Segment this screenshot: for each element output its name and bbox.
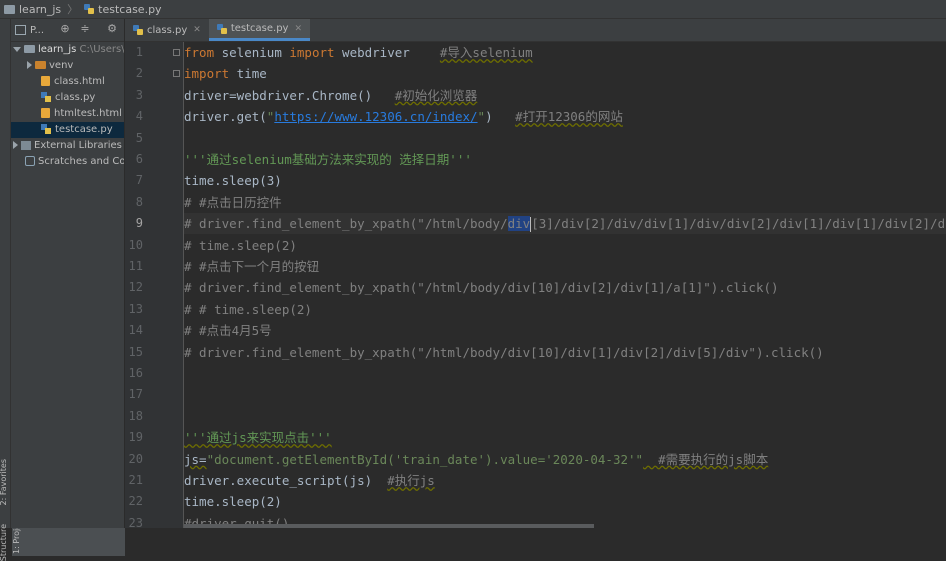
html-file-icon xyxy=(41,108,50,118)
url-link[interactable]: https://www.12306.cn/index/ xyxy=(274,109,477,124)
tree-item-learn-js[interactable]: learn_js C:\Users\ xyxy=(11,42,124,58)
code-line: # #点击下一个月的按钮 xyxy=(184,259,320,274)
code-line: import time xyxy=(184,66,267,82)
line-number: 20 xyxy=(128,451,143,466)
line-number: 10 xyxy=(128,237,143,252)
structure-tool-button[interactable]: Structure xyxy=(0,524,8,561)
code-line: driver=webdriver.Chrome() #初始化浏览器 xyxy=(184,87,478,103)
breadcrumb-file[interactable]: testcase.py xyxy=(84,3,162,16)
library-icon xyxy=(21,140,31,150)
project-tree: learn_js C:\Users\ venv class.html class… xyxy=(11,42,124,170)
line-number: 5 xyxy=(135,130,143,145)
python-file-icon xyxy=(84,4,95,14)
code-line: # time.sleep(2) xyxy=(184,237,297,253)
project-view-dropdown[interactable]: P... xyxy=(30,25,44,36)
line-number: 14 xyxy=(128,323,143,338)
tree-item-htmltest-html[interactable]: htmltest.html xyxy=(11,106,124,122)
code-line: # #点击4月5号 xyxy=(184,323,272,339)
line-number: 6 xyxy=(135,152,143,166)
line-number: 18 xyxy=(128,408,143,423)
code-line-current: # driver.find_element_by_xpath("/html/bo… xyxy=(184,213,946,235)
tree-item-testcase-py[interactable]: testcase.py xyxy=(11,122,124,138)
tree-item-external-libraries[interactable]: External Libraries xyxy=(11,138,124,154)
folder-icon xyxy=(4,4,15,14)
project-panel: P... ⊕ ≑ ⚙ learn_js C:\Users\ venv class… xyxy=(11,19,125,528)
python-file-icon xyxy=(216,23,227,34)
python-file-icon xyxy=(41,92,51,102)
code-line: '''通过js来实现点击''' xyxy=(184,430,332,446)
python-file-icon xyxy=(133,25,143,35)
code-line: time.sleep(2) xyxy=(184,494,282,510)
folder-icon xyxy=(24,45,35,53)
text-selection: div xyxy=(507,216,531,232)
line-number-gutter[interactable]: 1 2 3 4 5 6 7 8 9 10 11 12 13 14 15 16 1… xyxy=(125,42,184,530)
breadcrumb-separator: 〉 xyxy=(67,3,79,16)
collapse-arrow-icon[interactable] xyxy=(13,141,18,149)
horizontal-scrollbar[interactable] xyxy=(184,524,594,528)
line-number: 23 xyxy=(128,515,143,530)
line-number: 16 xyxy=(128,366,143,380)
code-line: driver.get("https://www.12306.cn/index/"… xyxy=(184,109,623,125)
code-line: # driver.find_element_by_xpath("/html/bo… xyxy=(184,280,779,296)
tree-item-venv[interactable]: venv xyxy=(11,58,124,74)
line-number: 1 xyxy=(135,45,143,59)
editor-tabs: class.py ✕ testcase.py ✕ xyxy=(125,19,946,42)
code-line: from selenium import webdriver #导入seleni… xyxy=(184,45,533,60)
expand-arrow-icon[interactable] xyxy=(13,46,21,52)
line-number: 7 xyxy=(135,173,143,188)
line-number: 15 xyxy=(128,344,143,359)
folder-icon xyxy=(35,61,46,69)
code-line: # # time.sleep(2) xyxy=(184,301,312,317)
tool-window-strip: 1: Project 2: Favorites Structure xyxy=(0,19,125,561)
tab-class-py[interactable]: class.py ✕ xyxy=(125,19,209,41)
python-file-icon xyxy=(41,124,51,134)
close-icon[interactable]: ✕ xyxy=(193,25,201,35)
tab-testcase-py[interactable]: testcase.py ✕ xyxy=(208,19,311,41)
scratches-icon xyxy=(25,156,35,166)
line-number: 13 xyxy=(128,301,143,316)
line-number: 4 xyxy=(135,109,143,124)
html-file-icon xyxy=(41,76,50,86)
code-line: driver.execute_script(js) #执行js xyxy=(184,473,435,488)
line-number: 17 xyxy=(128,387,143,402)
project-toolbar: P... ⊕ ≑ ⚙ xyxy=(11,19,124,42)
line-number: 2 xyxy=(135,66,143,81)
line-number: 3 xyxy=(135,87,143,102)
code-line: # driver.find_element_by_xpath("/html/bo… xyxy=(184,344,824,360)
line-number: 21 xyxy=(128,473,143,487)
fold-marker-icon[interactable] xyxy=(173,49,180,56)
breadcrumb-project[interactable]: learn_js xyxy=(0,3,61,16)
tree-item-class-py[interactable]: class.py xyxy=(11,90,124,106)
breadcrumb: learn_js 〉 testcase.py xyxy=(0,0,946,19)
code-line: js="document.getElementById('train_date'… xyxy=(184,451,769,467)
gear-icon[interactable]: ⚙ xyxy=(106,23,118,35)
fold-marker-icon[interactable] xyxy=(173,70,180,77)
locate-icon[interactable]: ⊕ xyxy=(59,23,71,35)
collapse-arrow-icon[interactable] xyxy=(27,61,32,69)
project-view-icon xyxy=(15,25,26,35)
collapse-all-icon[interactable]: ≑ xyxy=(79,23,91,35)
line-number: 11 xyxy=(128,259,143,273)
code-editor[interactable]: from selenium import webdriver #导入seleni… xyxy=(184,42,946,528)
line-number: 9 xyxy=(135,216,143,231)
code-line: '''通过selenium基础方法来实现的 选择日期''' xyxy=(184,152,472,167)
line-number: 8 xyxy=(135,194,143,209)
line-number: 19 xyxy=(128,430,143,445)
line-number: 22 xyxy=(128,494,143,509)
code-line: # #点击日历控件 xyxy=(184,194,282,210)
tree-item-scratches[interactable]: Scratches and Con xyxy=(11,154,124,170)
favorites-tool-button[interactable]: 2: Favorites xyxy=(0,459,8,505)
line-number: 12 xyxy=(128,280,143,295)
close-icon[interactable]: ✕ xyxy=(294,24,302,34)
tree-item-class-html[interactable]: class.html xyxy=(11,74,124,90)
code-line: time.sleep(3) xyxy=(184,173,282,189)
